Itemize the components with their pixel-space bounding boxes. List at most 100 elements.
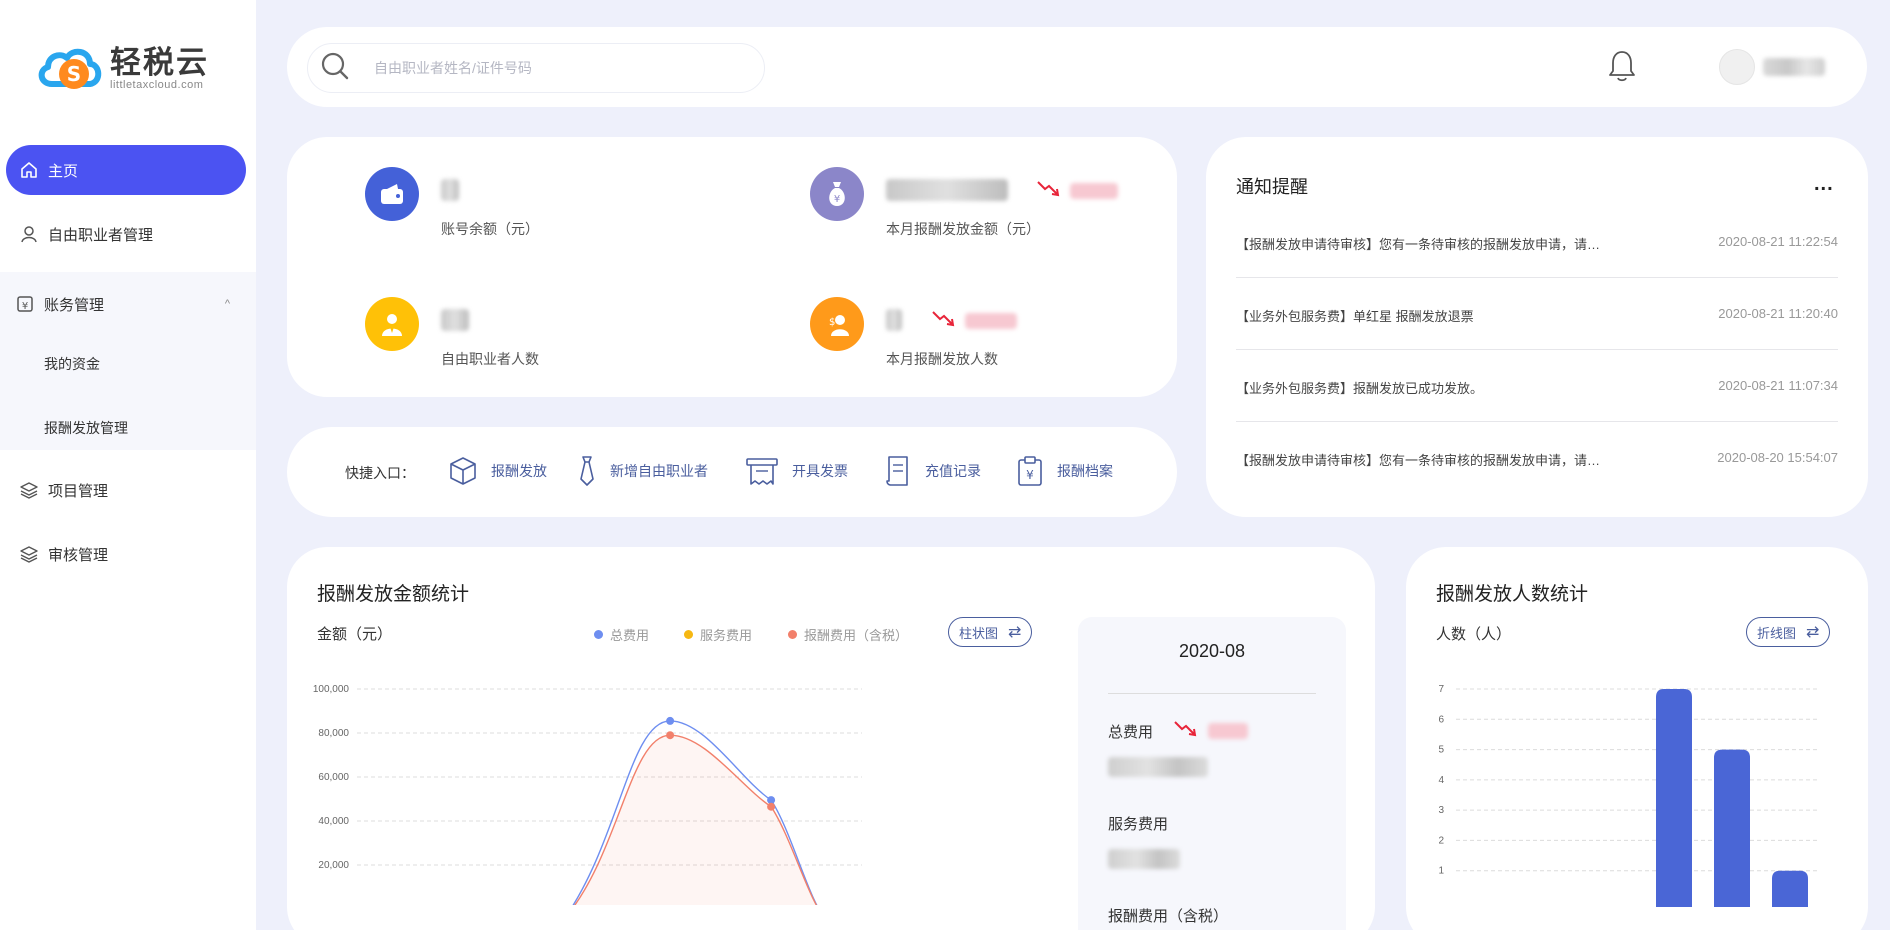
more-icon[interactable]: ... [1814,173,1834,196]
y-tick-label: 40,000 [318,816,349,827]
trend-down-icon [1174,719,1198,744]
notification-item[interactable]: 【报酬发放申请待审核】您有一条待审核的报酬发放申请，请… 2020-08-20 … [1236,422,1838,494]
notification-time: 2020-08-21 11:22:54 [1718,234,1838,249]
quick-item-label: 充值记录 [925,463,981,479]
legend-item[interactable]: 服务费用 [684,625,752,644]
y-tick-label: 60,000 [318,772,349,783]
sidebar-item-review[interactable]: 审核管理 [0,522,256,586]
layers-icon [18,479,40,501]
sidebar-subitem-funds[interactable]: 我的资金 [44,354,100,374]
stats-card: 账号余额（元） ¥ 本月报酬发放金额（元） 自由职业者人数 $ 本月报酬发放人数 [287,137,1177,397]
y-tick-label: 4 [1438,775,1444,786]
stat-label: 本月报酬发放金额（元） [886,221,1040,237]
freelancer-icon [365,297,419,351]
notification-time: 2020-08-20 15:54:07 [1717,450,1838,465]
panel-label-remuneration: 报酬费用（含税） [1108,908,1229,925]
sidebar-item-freelancer[interactable]: 自由职业者管理 [0,202,256,266]
legend-dot [594,630,603,639]
legend-label: 服务费用 [700,628,753,643]
svg-text:$: $ [829,317,835,328]
y-tick-label: 7 [1438,684,1444,695]
y-tick-label: 2 [1438,835,1444,846]
y-axis-unit: 人数（人） [1436,626,1512,643]
notification-time: 2020-08-21 11:07:34 [1718,378,1838,393]
brand-logo[interactable]: S 轻税云 littletaxcloud.com [34,44,209,94]
amount-change-redacted [1070,183,1118,199]
home-icon [18,159,40,181]
switch-chart-button[interactable]: 折线图 ⇄ [1746,617,1831,647]
brand-name: 轻税云 [110,44,209,81]
invoice-icon [746,456,778,486]
notification-card: 通知提醒 ... 【报酬发放申请待审核】您有一条待审核的报酬发放申请，请… 20… [1206,137,1868,517]
search-box[interactable] [307,43,765,93]
bar [1772,870,1808,907]
y-tick-label: 3 [1438,805,1444,816]
notification-item[interactable]: 【业务外包服务费】单红星 报酬发放退票 2020-08-21 11:20:40 [1236,278,1838,350]
user-menu[interactable] [1719,49,1825,85]
sidebar: S 轻税云 littletaxcloud.com 主页 自由职业者管理 ¥ 账务… [0,0,256,930]
notification-title: 通知提醒 [1236,177,1308,197]
freelancer-count-redacted [441,309,469,331]
tie-icon [578,455,596,487]
notification-item[interactable]: 【业务外包服务费】报酬发放已成功发放。 2020-08-21 11:07:34 [1236,350,1838,422]
bar [1714,749,1750,907]
card-title: 报酬发放金额统计 [317,584,470,605]
y-tick-label: 20,000 [318,860,349,871]
chevron-up-icon[interactable]: ^ [225,298,230,310]
bell-icon[interactable] [1607,49,1637,88]
trend-down-icon [1037,179,1061,204]
svg-text:¥: ¥ [834,194,840,205]
monthly-amount-redacted [886,179,1008,201]
sidebar-subitem-payments[interactable]: 报酬发放管理 [44,418,128,438]
data-point [767,802,776,811]
divider [1108,693,1316,694]
y-tick-label: 6 [1438,714,1444,725]
legend-item[interactable]: 报酬费用（含税） [788,625,908,644]
search-icon[interactable] [320,51,350,86]
y-tick-label: 80,000 [318,728,349,739]
quick-entry-label: 快捷入口： [345,465,415,481]
quick-item-add-freelancer[interactable]: 新增自由职业者 [578,451,708,491]
sidebar-submenu: ¥ 账务管理 ^ 我的资金 报酬发放管理 [0,272,256,450]
user-name-redacted [1763,58,1825,76]
avatar[interactable] [1719,49,1755,85]
sidebar-item-accounting[interactable]: ¥ 账务管理 ^ [0,272,252,336]
legend-item[interactable]: 总费用 [594,625,649,644]
data-point [666,731,675,740]
month-detail-panel: 2020-08 总费用 服务费用 报酬费用（含税） [1078,617,1346,930]
stat-label: 账号余额（元） [441,221,539,237]
cloud-logo-icon: S [38,48,102,89]
quick-item-invoice[interactable]: 开具发票 [746,451,848,491]
sidebar-item-home[interactable]: 主页 [6,145,246,195]
stat-label: 自由职业者人数 [441,351,539,367]
svg-text:S: S [67,62,81,86]
box-icon [449,456,477,486]
search-input[interactable] [374,60,734,76]
quick-item-label: 新增自由职业者 [610,463,708,479]
quick-item-recharge[interactable]: 充值记录 [885,451,981,491]
swap-icon: ⇄ [1008,624,1022,641]
notification-time: 2020-08-21 11:20:40 [1718,306,1838,321]
brand-domain: littletaxcloud.com [110,78,204,91]
svg-text:¥: ¥ [1026,468,1034,482]
scroll-icon [885,455,911,487]
sidebar-item-projects[interactable]: 项目管理 [0,458,256,522]
y-tick-label: 100,000 [313,684,350,695]
payee-icon: $ [810,297,864,351]
amount-chart: 20,000 40,000 60,000 80,000 100,000 [313,684,862,905]
quick-item-archive[interactable]: ¥ 报酬档案 [1017,451,1113,491]
payee-change-redacted [965,313,1017,329]
legend-label: 报酬费用（含税） [804,628,909,643]
people-stats-card: 报酬发放人数统计 人数（人） 折线图 ⇄ 1 2 3 4 5 6 7 [1406,547,1868,930]
legend-dot [788,630,797,639]
legend-label: 总费用 [610,628,650,643]
clipboard-yen-icon: ¥ [1017,455,1043,487]
quick-item-label: 开具发票 [792,463,848,479]
layers-icon [18,543,40,565]
quick-item-pay[interactable]: 报酬发放 [449,451,547,491]
wallet-icon [365,167,419,221]
switch-chart-button[interactable]: 柱状图 ⇄ [948,617,1033,647]
data-point [666,716,675,725]
notification-item[interactable]: 【报酬发放申请待审核】您有一条待审核的报酬发放申请，请… 2020-08-21 … [1236,206,1838,278]
total-value-redacted [1108,757,1208,777]
